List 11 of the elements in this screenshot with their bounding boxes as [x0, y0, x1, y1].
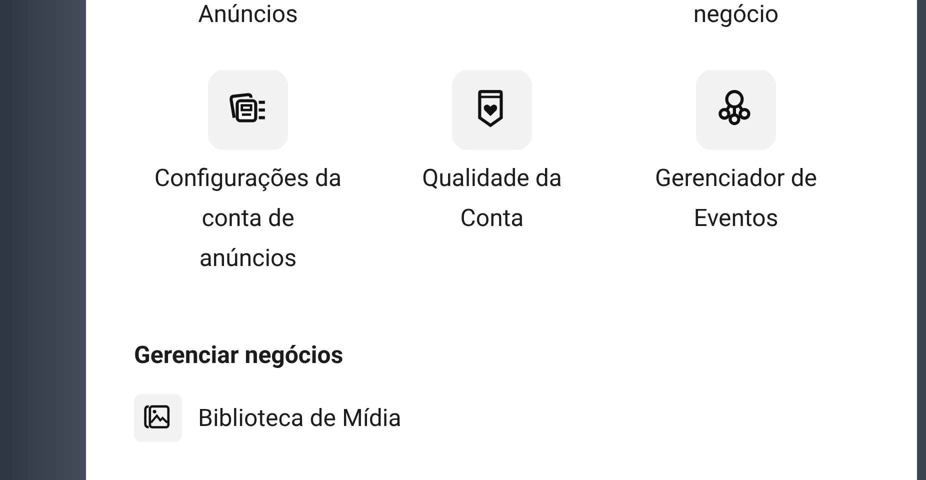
section-heading: Gerenciar negócios: [134, 340, 344, 371]
tool-label[interactable]: Qualidade da Conta: [396, 158, 588, 238]
tool-label[interactable]: Configurações da conta de anúncios: [152, 158, 344, 278]
tool-label[interactable]: Anúncios: [198, 0, 298, 28]
tool-tile[interactable]: [452, 70, 532, 150]
tool-label[interactable]: Gerenciador de Eventos: [640, 158, 832, 238]
item-tile[interactable]: [134, 394, 182, 442]
tool-tile[interactable]: [696, 70, 776, 150]
tool-label[interactable]: negócio: [693, 0, 779, 28]
menu-item-link[interactable]: Biblioteca de Mídia: [198, 398, 402, 438]
tool-tile[interactable]: [208, 70, 288, 150]
